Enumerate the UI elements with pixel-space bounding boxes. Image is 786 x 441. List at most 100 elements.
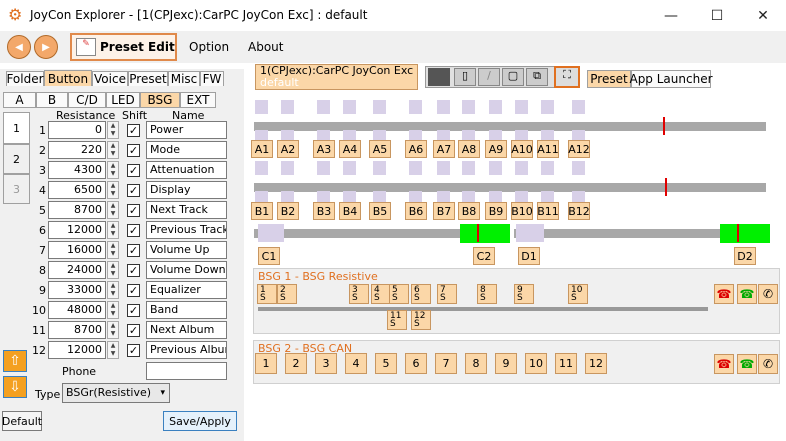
resistance-spinner[interactable]: ▲ ▼ [107,121,119,139]
menu-option[interactable]: Option [189,40,229,54]
c2-marker[interactable] [477,224,479,242]
a-track-marker[interactable] [663,117,665,135]
fit-icon[interactable]: ⛶ [554,66,580,88]
bsg1-flag[interactable]: 9S [514,284,534,304]
a-button[interactable]: A7 [433,140,455,158]
side-tab-2[interactable]: 2 [3,144,30,174]
bsg2-button[interactable]: 11 [555,353,577,374]
b-button[interactable]: B1 [251,202,273,220]
resistance-spinner[interactable]: ▲ ▼ [107,321,119,339]
resistance-field[interactable]: 16000 [48,241,106,259]
d2-marker[interactable] [737,224,739,242]
a-button[interactable]: A9 [485,140,507,158]
shift-checkbox[interactable]: ✓ [127,284,140,297]
button-name-field[interactable]: Attenuation [146,161,227,179]
tab-preset[interactable]: Preset [128,71,168,87]
bsg2-button[interactable]: 8 [465,353,487,374]
b-track-marker[interactable] [665,178,667,196]
bsg2-button[interactable]: 10 [525,353,547,374]
b-button[interactable]: B11 [537,202,559,220]
move-down-icon[interactable]: ⇩ [3,376,27,398]
edit-icon[interactable]: / [478,68,500,86]
resistance-field[interactable]: 24000 [48,261,106,279]
b-button[interactable]: B5 [369,202,391,220]
a-button[interactable]: A11 [537,140,559,158]
phone-name-field[interactable] [146,362,227,380]
shift-checkbox[interactable]: ✓ [127,324,140,337]
bsg2-button[interactable]: 3 [315,353,337,374]
shift-checkbox[interactable]: ✓ [127,244,140,257]
save-apply-button[interactable]: Save/Apply [163,411,237,431]
b-button[interactable]: B6 [405,202,427,220]
bsg1-flag[interactable]: 2S [277,284,297,304]
b-button[interactable]: B9 [485,202,507,220]
shift-checkbox[interactable]: ✓ [127,164,140,177]
a-button[interactable]: A1 [251,140,273,158]
bsg1-flag[interactable]: 11 S [387,310,407,330]
shift-checkbox[interactable]: ✓ [127,124,140,137]
subtab-ext[interactable]: EXT [180,92,216,108]
menu-about[interactable]: About [248,40,283,54]
bsg2-button[interactable]: 7 [435,353,457,374]
button-name-field[interactable]: Previous Album [146,341,227,359]
window-icon[interactable]: ▢ [502,68,524,86]
b-button[interactable]: B3 [313,202,335,220]
button-name-field[interactable]: Band [146,301,227,319]
button-name-field[interactable]: Mode [146,141,227,159]
type-select[interactable]: BSGr(Resistive) ▾ [62,383,170,403]
tab-fw[interactable]: FW [200,71,224,87]
a-button[interactable]: A10 [511,140,533,158]
subtab-cd[interactable]: C/D [68,92,106,108]
b-button[interactable]: B7 [433,202,455,220]
a-button[interactable]: A3 [313,140,335,158]
minimize-icon[interactable]: — [648,0,694,31]
bsg1-flag[interactable]: 12 S [411,310,431,330]
close-icon[interactable]: ✕ [740,0,786,31]
subtab-bsg[interactable]: BSG [140,92,180,108]
right-tab-app-launcher[interactable]: App Launcher [629,70,713,88]
bsg2-button[interactable]: 12 [585,353,607,374]
shift-checkbox[interactable]: ✓ [127,204,140,217]
shift-checkbox[interactable]: ✓ [127,224,140,237]
bsg1-flag[interactable]: 6S [411,284,431,304]
bsg1-flag[interactable]: 8S [477,284,497,304]
tab-folder[interactable]: Folder [6,71,44,87]
bsg1-flag[interactable]: 4S [371,284,391,304]
resistance-field[interactable]: 33000 [48,281,106,299]
bsg1-flag[interactable]: 7S [437,284,457,304]
a-button[interactable]: A6 [405,140,427,158]
maximize-icon[interactable]: ☐ [694,0,740,31]
resistance-spinner[interactable]: ▲ ▼ [107,281,119,299]
b-button[interactable]: B4 [339,202,361,220]
shift-checkbox[interactable]: ✓ [127,304,140,317]
a-button[interactable]: A4 [339,140,361,158]
phone-icon[interactable]: ✆ [758,284,778,304]
bsg2-button[interactable]: 9 [495,353,517,374]
button-name-field[interactable]: Next Album [146,321,227,339]
resistance-field[interactable]: 4300 [48,161,106,179]
pick-up-icon[interactable]: ☎ [737,284,757,304]
b-button[interactable]: B10 [511,202,533,220]
bsg2-button[interactable]: 2 [285,353,307,374]
bsg2-phone-icon[interactable]: ✆ [758,354,778,374]
hang-up-icon[interactable]: ☎ [714,284,734,304]
button-name-field[interactable]: Previous Track [146,221,227,239]
a-button[interactable]: A8 [458,140,480,158]
tab-misc[interactable]: Misc [168,71,200,87]
right-tab-preset[interactable]: Preset [587,70,631,88]
a-button[interactable]: A12 [568,140,590,158]
button-name-field[interactable]: Volume Down [146,261,227,279]
bsg2-button[interactable]: 5 [375,353,397,374]
resistance-field[interactable]: 220 [48,141,106,159]
doc-tab[interactable]: 1(CPJexc):CarPC JoyCon Exc default [255,64,418,90]
side-tab-1[interactable]: 1 [3,112,30,144]
resistance-field[interactable]: 48000 [48,301,106,319]
tab-button[interactable]: Button [44,70,92,87]
black-box-icon[interactable] [428,68,450,86]
default-button[interactable]: Default [2,411,42,431]
resistance-spinner[interactable]: ▲ ▼ [107,341,119,359]
bsg2-button[interactable]: 6 [405,353,427,374]
resistance-spinner[interactable]: ▲ ▼ [107,301,119,319]
shift-checkbox[interactable]: ✓ [127,144,140,157]
tab-voice[interactable]: Voice [92,71,128,87]
